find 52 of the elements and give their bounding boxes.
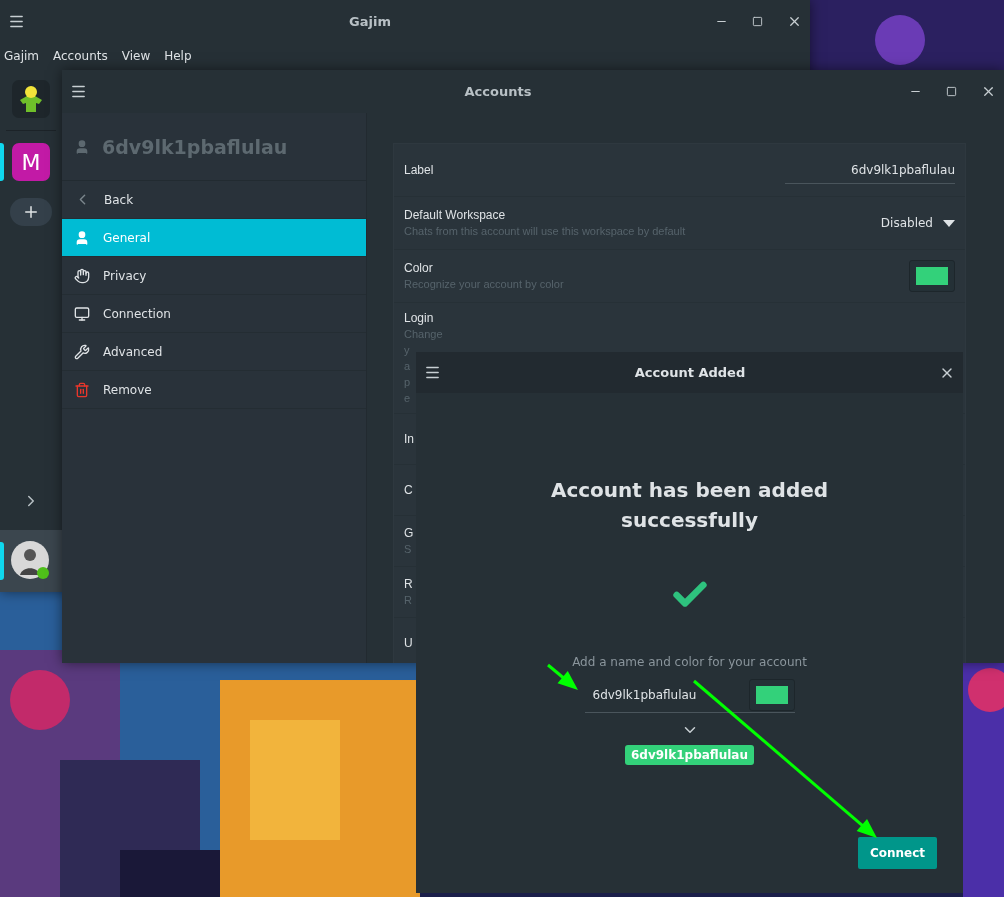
connect-button[interactable]: Connect <box>857 837 937 869</box>
trash-icon <box>74 381 90 398</box>
nav-item[interactable]: Privacy <box>62 257 366 295</box>
setting-title: Login <box>404 311 434 325</box>
maximize-icon[interactable] <box>752 15 763 27</box>
color-button[interactable] <box>748 679 795 711</box>
setting-title: Label <box>404 163 434 177</box>
nav-label: Advanced <box>103 344 163 359</box>
setting-title: G <box>404 526 414 540</box>
label-field[interactable]: 6dv9lk1pbaflulau <box>785 156 955 184</box>
menu-item[interactable]: View <box>121 49 151 63</box>
wrench-icon <box>74 343 90 360</box>
person-icon <box>74 229 90 246</box>
menu-item[interactable]: Help <box>164 49 192 63</box>
menu-item[interactable]: Gajim <box>4 49 39 63</box>
success-heading: Account has been added successfully <box>549 477 830 534</box>
account-badge: 6dv9lk1pbaflulau <box>625 745 754 765</box>
nav-label: Remove <box>103 382 152 397</box>
nav-label: Back <box>104 192 134 207</box>
nav-label: Privacy <box>103 268 147 283</box>
close-icon[interactable] <box>981 84 996 99</box>
window-title: Accounts <box>463 84 533 99</box>
nav-item[interactable]: Connection <box>62 295 366 333</box>
menu-item[interactable]: Accounts <box>53 49 108 63</box>
caption: Add a name and color for your account <box>572 655 807 669</box>
setting-title: C <box>404 483 413 497</box>
plus-icon <box>22 203 40 221</box>
add-workspace-button[interactable] <box>10 198 52 226</box>
menu-icon[interactable] <box>70 83 87 100</box>
nav-item[interactable]: Remove <box>62 371 366 409</box>
color-button[interactable] <box>909 260 955 292</box>
monitor-icon <box>74 305 90 322</box>
nav-item[interactable]: Advanced <box>62 333 366 371</box>
dropdown-arrow-icon[interactable] <box>943 219 955 227</box>
workspace-dropdown[interactable]: Disabled <box>880 216 933 230</box>
setting-title: Default Workspace <box>404 208 506 222</box>
menu-icon[interactable] <box>424 364 441 381</box>
setting-title: R <box>404 577 413 591</box>
nav-label: General <box>103 230 151 245</box>
maximize-icon[interactable] <box>946 86 957 97</box>
name-field[interactable]: 6dv9lk1pbaflulau <box>584 682 749 708</box>
setting-title: In <box>404 432 414 446</box>
hand-icon <box>74 267 90 284</box>
setting-title: Color <box>404 261 433 275</box>
workspace-tile[interactable]: M <box>12 143 50 181</box>
dialog-title: Account Added <box>633 365 747 380</box>
window-title: Gajim <box>348 13 392 29</box>
nav-label: Connection <box>103 306 171 321</box>
app-logo[interactable] <box>12 80 50 118</box>
setting-title: U <box>404 636 413 650</box>
person-icon <box>74 138 90 155</box>
account-avatar[interactable] <box>11 541 51 581</box>
